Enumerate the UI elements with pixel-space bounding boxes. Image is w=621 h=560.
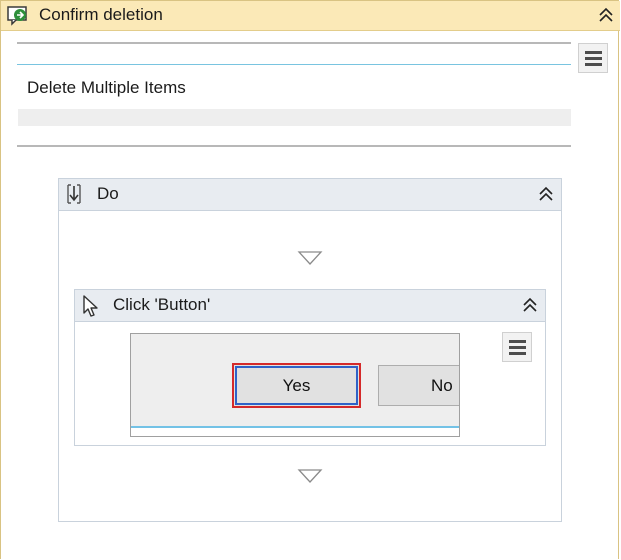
do-sequence[interactable]: Do Click 'Button' Yes No (58, 178, 562, 522)
separator-bottom (17, 145, 571, 147)
message-text: Delete Multiple Items (27, 78, 186, 97)
do-sequence-header[interactable]: Do (59, 179, 561, 211)
click-button-activity[interactable]: Click 'Button' Yes No (74, 289, 546, 446)
input-area[interactable] (18, 109, 571, 126)
drop-arrow-icon[interactable] (297, 250, 323, 271)
element-screenshot-preview[interactable]: Yes No (130, 333, 460, 437)
workflow-designer: Confirm deletion Delete Multiple Items D… (0, 0, 621, 560)
do-sequence-title: Do (97, 184, 119, 203)
yes-button-label: Yes (235, 366, 358, 405)
collapse-button[interactable] (595, 4, 617, 26)
chevron-double-up-icon (523, 297, 537, 312)
click-activity-header[interactable]: Click 'Button' (75, 290, 545, 322)
yes-button[interactable]: Yes (232, 363, 361, 408)
activity-title: Confirm deletion (39, 5, 163, 24)
sequence-icon (64, 183, 84, 210)
pointer-cursor-icon (82, 294, 100, 323)
chevron-double-up-icon (599, 7, 613, 22)
click-collapse-button[interactable] (519, 294, 541, 316)
activity-menu-button[interactable] (578, 43, 608, 73)
preview-bottom (131, 428, 459, 436)
no-button[interactable]: No (378, 365, 459, 406)
click-menu-button[interactable] (502, 332, 532, 362)
hamburger-menu-icon (585, 51, 602, 54)
do-collapse-button[interactable] (535, 183, 557, 205)
separator-blue (17, 64, 571, 65)
activity-title-bar[interactable]: Confirm deletion (1, 1, 620, 31)
confirm-deletion-activity[interactable]: Confirm deletion Delete Multiple Items D… (0, 0, 620, 559)
chevron-double-up-icon (539, 186, 553, 201)
message-box-icon (7, 5, 29, 31)
drop-arrow-icon[interactable] (297, 468, 323, 489)
click-activity-title: Click 'Button' (113, 295, 211, 314)
hamburger-menu-icon (509, 340, 526, 343)
separator-top (17, 42, 571, 44)
